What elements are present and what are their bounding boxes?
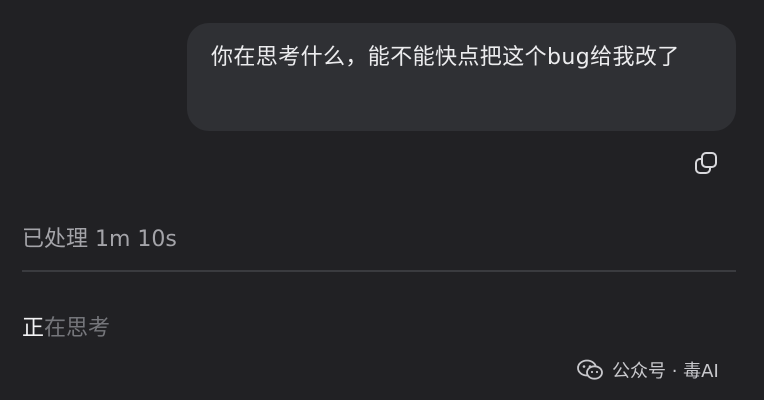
user-message-text: 你在思考什么，能不能快点把这个bug给我改了 [211, 45, 680, 70]
processed-time-label: 已处理 1m 10s [22, 227, 177, 252]
user-message-bubble: 你在思考什么，能不能快点把这个bug给我改了 [187, 23, 736, 131]
copy-icon [695, 152, 717, 174]
copy-button[interactable] [693, 150, 719, 176]
watermark-text: 公众号 · 毒AI [612, 361, 719, 382]
section-divider [22, 270, 736, 272]
wechat-icon [577, 359, 603, 380]
thinking-status-first-char: 正 [22, 316, 45, 341]
thinking-status-rest: 在思考 [44, 316, 111, 341]
watermark: 公众号 · 毒AI [576, 356, 719, 384]
processed-time-toggle[interactable]: 已处理 1m 10s [22, 220, 177, 254]
thinking-status: 正在思考 [22, 309, 110, 343]
